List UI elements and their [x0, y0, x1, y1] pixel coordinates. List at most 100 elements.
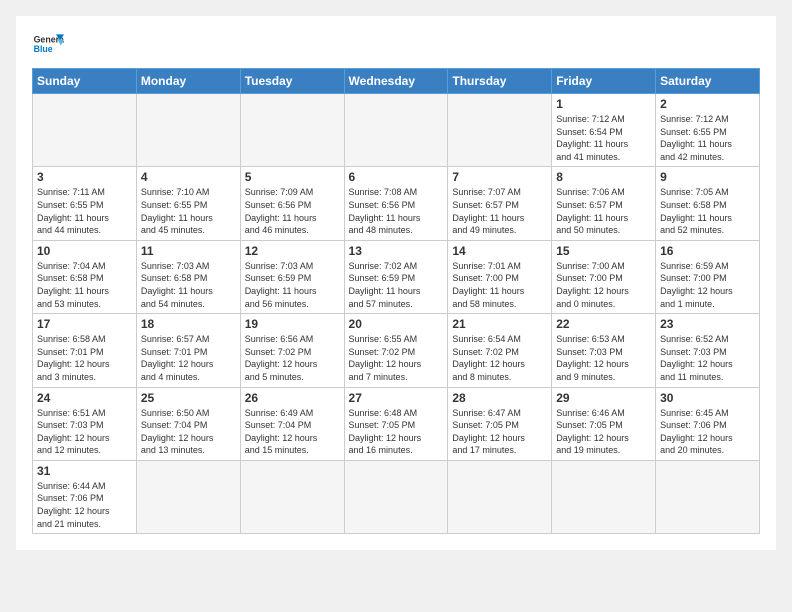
calendar-cell: [448, 460, 552, 533]
day-number: 14: [452, 244, 547, 258]
logo: General Blue: [32, 28, 64, 60]
week-row-3: 17Sunrise: 6:58 AM Sunset: 7:01 PM Dayli…: [33, 314, 760, 387]
calendar-cell: [656, 460, 760, 533]
day-info: Sunrise: 7:08 AM Sunset: 6:56 PM Dayligh…: [349, 186, 444, 236]
day-number: 7: [452, 170, 547, 184]
header: General Blue: [32, 28, 760, 60]
day-info: Sunrise: 7:05 AM Sunset: 6:58 PM Dayligh…: [660, 186, 755, 236]
calendar-cell: [33, 94, 137, 167]
day-number: 6: [349, 170, 444, 184]
calendar-cell: 29 Sunrise: 6:46 AM Sunset: 7:05 PM Dayli…: [552, 387, 656, 460]
day-number: 9: [660, 170, 755, 184]
logo-icon: General Blue: [32, 28, 64, 60]
days-header-row: SundayMondayTuesdayWednesdayThursdayFrid…: [33, 69, 760, 94]
day-number: 12: [245, 244, 340, 258]
calendar-cell: 16Sunrise: 6:59 AM Sunset: 7:00 PM Dayli…: [656, 240, 760, 313]
day-info: Sunrise: 7:03 AM Sunset: 6:59 PM Dayligh…: [245, 260, 340, 310]
calendar-cell: 13Sunrise: 7:02 AM Sunset: 6:59 PM Dayli…: [344, 240, 448, 313]
day-info: Sunrise: 6:58 AM Sunset: 7:01 PM Dayligh…: [37, 333, 132, 383]
day-info: Sunrise: 6:47 AM Sunset: 7:05 PM Dayligh…: [452, 407, 547, 457]
day-info: Sunrise: 6:51 AM Sunset: 7:03 PM Dayligh…: [37, 407, 132, 457]
day-info: Sunrise: 6:55 AM Sunset: 7:02 PM Dayligh…: [349, 333, 444, 383]
calendar-cell: 15Sunrise: 7:00 AM Sunset: 7:00 PM Dayli…: [552, 240, 656, 313]
calendar-cell: 6 Sunrise: 7:08 AM Sunset: 6:56 PM Daylig…: [344, 167, 448, 240]
day-number: 20: [349, 317, 444, 331]
calendar-cell: 14 Sunrise: 7:01 AM Sunset: 7:00 PM Dayli…: [448, 240, 552, 313]
calendar-cell: 31 Sunrise: 6:44 AM Sunset: 7:06 PM Dayli…: [33, 460, 137, 533]
day-header-tuesday: Tuesday: [240, 69, 344, 94]
day-info: Sunrise: 7:12 AM Sunset: 6:54 PM Dayligh…: [556, 113, 651, 163]
calendar-cell: 17Sunrise: 6:58 AM Sunset: 7:01 PM Dayli…: [33, 314, 137, 387]
day-number: 22: [556, 317, 651, 331]
calendar-cell: 18Sunrise: 6:57 AM Sunset: 7:01 PM Dayli…: [136, 314, 240, 387]
day-number: 16: [660, 244, 755, 258]
day-number: 23: [660, 317, 755, 331]
week-row-0: 1Sunrise: 7:12 AM Sunset: 6:54 PM Daylig…: [33, 94, 760, 167]
day-info: Sunrise: 6:48 AM Sunset: 7:05 PM Dayligh…: [349, 407, 444, 457]
calendar-cell: 5 Sunrise: 7:09 AM Sunset: 6:56 PM Daylig…: [240, 167, 344, 240]
day-number: 21: [452, 317, 547, 331]
day-info: Sunrise: 6:46 AM Sunset: 7:05 PM Dayligh…: [556, 407, 651, 457]
calendar-cell: 3 Sunrise: 7:11 AM Sunset: 6:55 PM Daylig…: [33, 167, 137, 240]
day-info: Sunrise: 6:44 AM Sunset: 7:06 PM Dayligh…: [37, 480, 132, 530]
week-row-5: 31 Sunrise: 6:44 AM Sunset: 7:06 PM Dayli…: [33, 460, 760, 533]
calendar-page: General Blue SundayMondayTuesdayWednesda…: [16, 16, 776, 550]
calendar-cell: 30Sunrise: 6:45 AM Sunset: 7:06 PM Dayli…: [656, 387, 760, 460]
day-info: Sunrise: 7:06 AM Sunset: 6:57 PM Dayligh…: [556, 186, 651, 236]
calendar-cell: 2 Sunrise: 7:12 AM Sunset: 6:55 PM Daylig…: [656, 94, 760, 167]
calendar-cell: 20 Sunrise: 6:55 AM Sunset: 7:02 PM Dayli…: [344, 314, 448, 387]
day-number: 18: [141, 317, 236, 331]
week-row-1: 3 Sunrise: 7:11 AM Sunset: 6:55 PM Daylig…: [33, 167, 760, 240]
calendar-cell: 9 Sunrise: 7:05 AM Sunset: 6:58 PM Daylig…: [656, 167, 760, 240]
day-info: Sunrise: 7:01 AM Sunset: 7:00 PM Dayligh…: [452, 260, 547, 310]
day-info: Sunrise: 7:10 AM Sunset: 6:55 PM Dayligh…: [141, 186, 236, 236]
calendar-cell: 21Sunrise: 6:54 AM Sunset: 7:02 PM Dayli…: [448, 314, 552, 387]
day-number: 8: [556, 170, 651, 184]
day-info: Sunrise: 7:03 AM Sunset: 6:58 PM Dayligh…: [141, 260, 236, 310]
day-info: Sunrise: 7:07 AM Sunset: 6:57 PM Dayligh…: [452, 186, 547, 236]
day-number: 2: [660, 97, 755, 111]
week-row-4: 24 Sunrise: 6:51 AM Sunset: 7:03 PM Dayli…: [33, 387, 760, 460]
calendar-cell: 19Sunrise: 6:56 AM Sunset: 7:02 PM Dayli…: [240, 314, 344, 387]
calendar-cell: [136, 94, 240, 167]
day-info: Sunrise: 7:12 AM Sunset: 6:55 PM Dayligh…: [660, 113, 755, 163]
day-number: 13: [349, 244, 444, 258]
day-header-thursday: Thursday: [448, 69, 552, 94]
calendar-cell: 23Sunrise: 6:52 AM Sunset: 7:03 PM Dayli…: [656, 314, 760, 387]
calendar-cell: 27Sunrise: 6:48 AM Sunset: 7:05 PM Dayli…: [344, 387, 448, 460]
calendar-cell: [344, 460, 448, 533]
day-header-friday: Friday: [552, 69, 656, 94]
day-number: 24: [37, 391, 132, 405]
calendar-cell: [448, 94, 552, 167]
calendar-cell: [552, 460, 656, 533]
day-number: 25: [141, 391, 236, 405]
day-number: 29: [556, 391, 651, 405]
calendar-cell: 12 Sunrise: 7:03 AM Sunset: 6:59 PM Dayli…: [240, 240, 344, 313]
day-info: Sunrise: 7:00 AM Sunset: 7:00 PM Dayligh…: [556, 260, 651, 310]
day-number: 31: [37, 464, 132, 478]
calendar-cell: 7 Sunrise: 7:07 AM Sunset: 6:57 PM Daylig…: [448, 167, 552, 240]
day-number: 3: [37, 170, 132, 184]
calendar-cell: 1Sunrise: 7:12 AM Sunset: 6:54 PM Daylig…: [552, 94, 656, 167]
calendar-cell: 28Sunrise: 6:47 AM Sunset: 7:05 PM Dayli…: [448, 387, 552, 460]
calendar-cell: 26 Sunrise: 6:49 AM Sunset: 7:04 PM Dayli…: [240, 387, 344, 460]
calendar-cell: 4 Sunrise: 7:10 AM Sunset: 6:55 PM Daylig…: [136, 167, 240, 240]
day-number: 26: [245, 391, 340, 405]
day-header-saturday: Saturday: [656, 69, 760, 94]
day-number: 5: [245, 170, 340, 184]
calendar-cell: [344, 94, 448, 167]
week-row-2: 10 Sunrise: 7:04 AM Sunset: 6:58 PM Dayli…: [33, 240, 760, 313]
day-number: 30: [660, 391, 755, 405]
day-number: 10: [37, 244, 132, 258]
day-info: Sunrise: 7:04 AM Sunset: 6:58 PM Dayligh…: [37, 260, 132, 310]
svg-text:Blue: Blue: [34, 44, 53, 54]
day-info: Sunrise: 6:49 AM Sunset: 7:04 PM Dayligh…: [245, 407, 340, 457]
day-number: 4: [141, 170, 236, 184]
day-header-sunday: Sunday: [33, 69, 137, 94]
day-header-monday: Monday: [136, 69, 240, 94]
calendar-cell: [240, 94, 344, 167]
day-info: Sunrise: 7:09 AM Sunset: 6:56 PM Dayligh…: [245, 186, 340, 236]
day-info: Sunrise: 7:11 AM Sunset: 6:55 PM Dayligh…: [37, 186, 132, 236]
calendar-cell: 8 Sunrise: 7:06 AM Sunset: 6:57 PM Daylig…: [552, 167, 656, 240]
day-info: Sunrise: 6:50 AM Sunset: 7:04 PM Dayligh…: [141, 407, 236, 457]
